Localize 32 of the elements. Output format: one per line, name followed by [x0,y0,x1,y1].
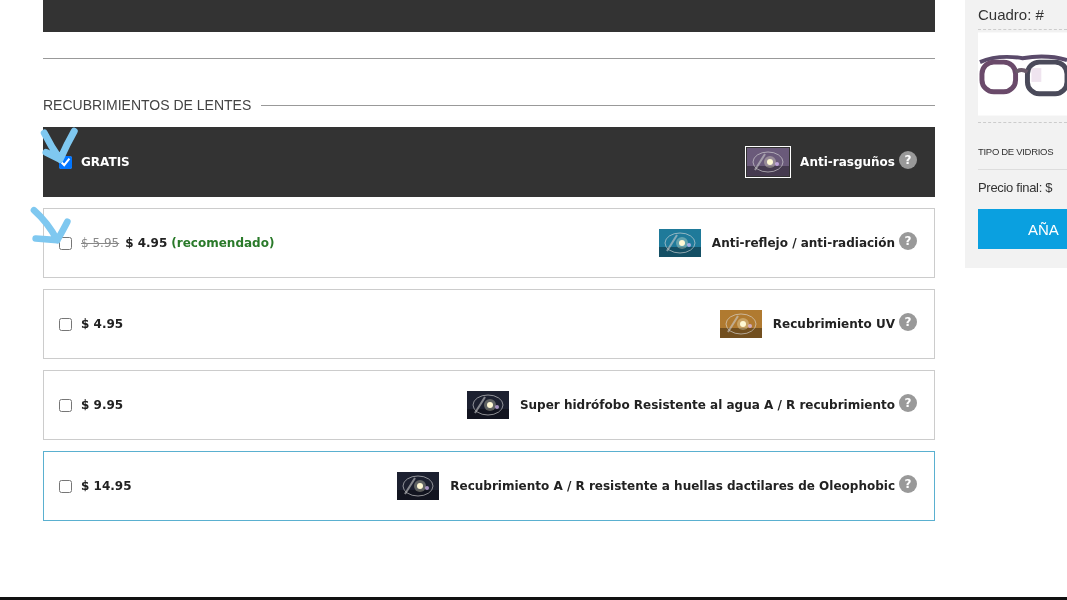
help-button[interactable]: ? [899,232,917,250]
price: $ 4.95 [81,317,124,331]
coating-option[interactable]: $ 5.95 $ 4.95 (recomendado) Anti-reflejo / anti-radiación ? [43,208,935,278]
section-title: RECUBRIMIENTOS DE LENTES [43,97,252,113]
recommended-note: (recomendado) [171,236,275,250]
checkbox[interactable] [59,236,72,250]
coating-option[interactable]: $ 9.95 Super hidrófobo Resistente al agua A / R recubrimiento ? [43,370,935,440]
coating-option[interactable]: GRATIS Anti-rasguños ? [43,127,935,197]
frame-label: Cuadro: # [978,6,1045,23]
help-button[interactable]: ? [899,151,917,169]
help-button[interactable]: ? [899,394,917,412]
checkbox[interactable] [59,155,72,169]
coating-option[interactable]: $ 14.95 Recubrimiento A / R resistente a huellas dactilares de Oleophobic ? [43,451,935,521]
help-button[interactable]: ? [899,475,917,493]
coating-name: Anti-reflejo / anti-radiación [711,236,895,250]
old-price: $ 5.95 [81,236,120,250]
lens-type-label: TIPO DE VIDRIOS [978,146,1055,157]
price: $ 14.95 [81,479,132,493]
checkbox[interactable] [59,479,72,493]
price: $ 4.95 [125,236,168,250]
price: GRATIS [81,155,130,169]
coating-name: Anti-rasguños [800,155,895,169]
checkbox[interactable] [59,398,72,412]
coating-name: Super hidrófobo Resistente al agua A / R recubrimiento [519,398,895,412]
final-price: Precio final: $ [978,180,1054,195]
help-button[interactable]: ? [899,313,917,331]
checkbox[interactable] [59,317,72,331]
coating-option[interactable]: $ 4.95 Recubrimiento UV ? [43,289,935,359]
add-button[interactable]: AÑA [978,209,1067,249]
price: $ 9.95 [81,398,124,412]
coating-name: Recubrimiento A / R resistente a huellas dactilares de Oleophobic [450,479,895,493]
coating-name: Recubrimiento UV [772,317,895,331]
